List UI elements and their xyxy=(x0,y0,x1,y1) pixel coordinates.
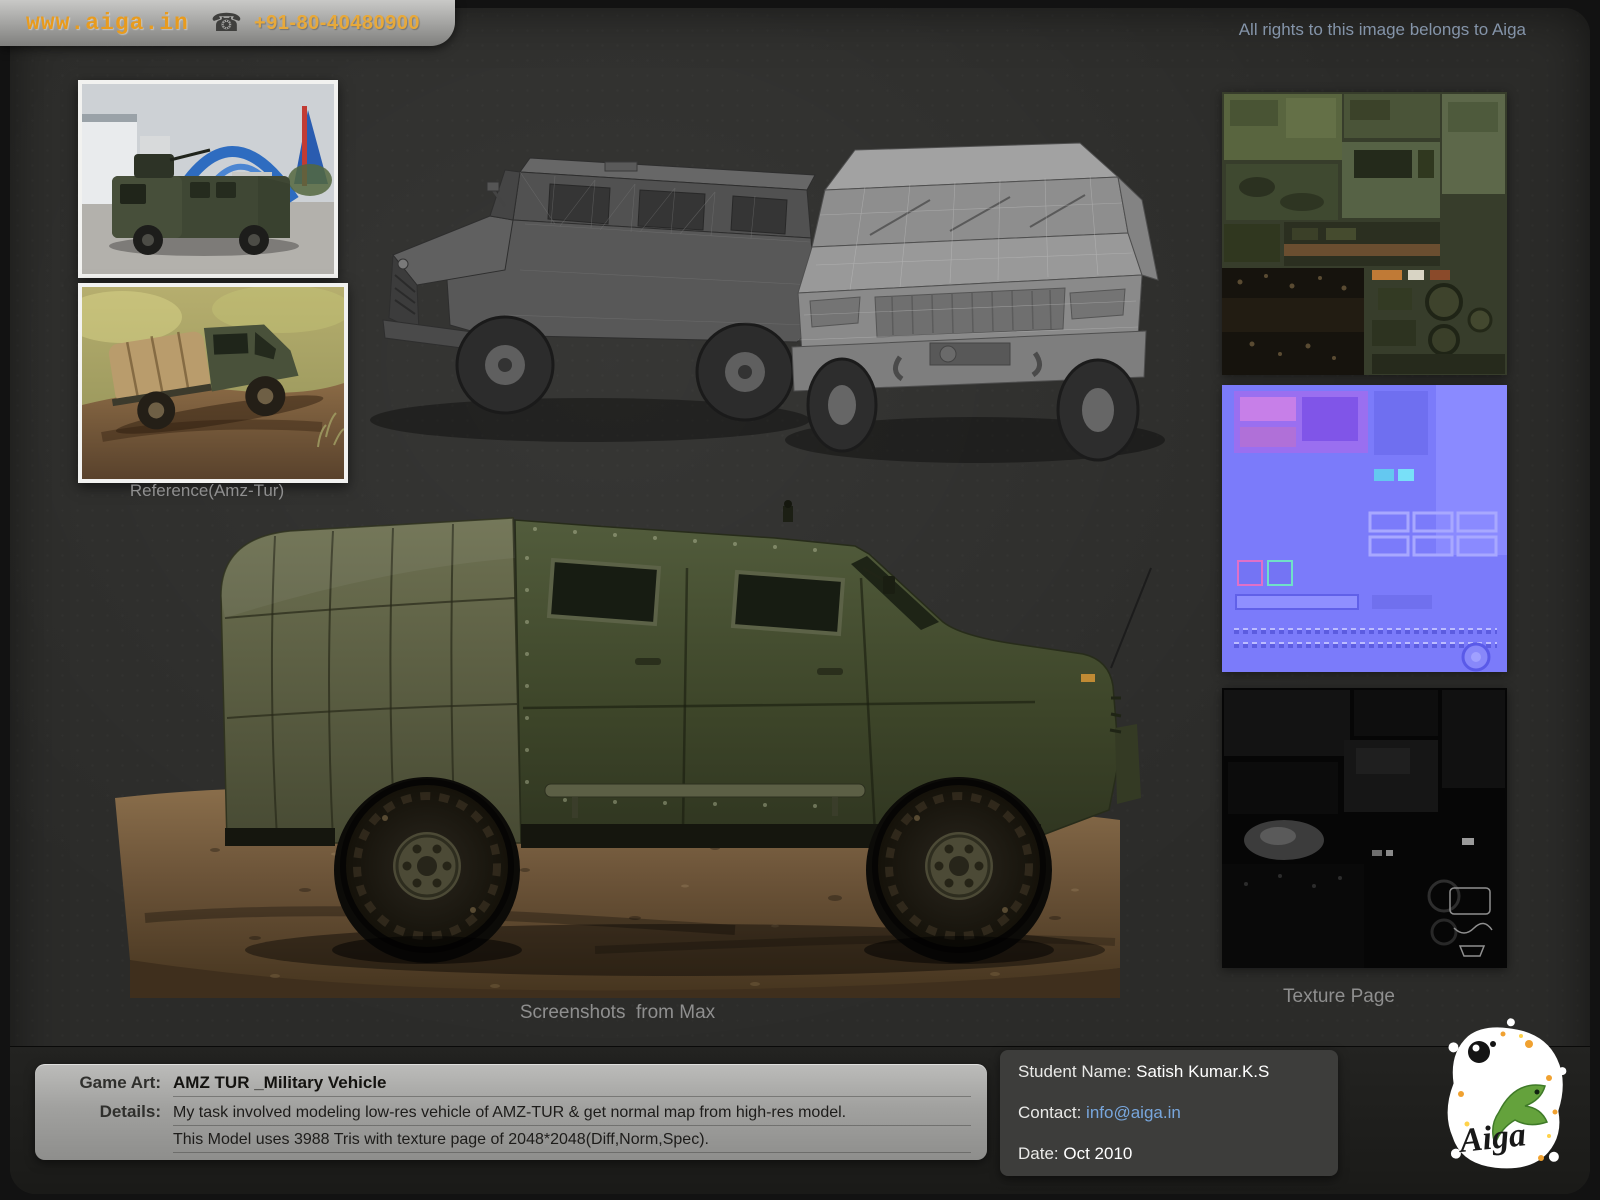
site-url: www.aiga.in xyxy=(26,10,189,36)
details-line-1: My task involved modeling low-res vehicl… xyxy=(173,1104,971,1126)
wireframe-screenshot xyxy=(345,90,1175,490)
rights-notice: All rights to this image belongs to Aiga xyxy=(1238,20,1526,39)
aiga-logo: Aiga xyxy=(1437,1016,1569,1176)
screenshots-caption: Screenshots from Max xyxy=(519,1002,716,1023)
header-tab: www.aiga.in ☎ +91-80-40480900 xyxy=(0,0,455,46)
diffuse-texture-map xyxy=(1222,92,1507,375)
specular-texture-map xyxy=(1222,688,1507,968)
game-art-title: AMZ TUR _Military Vehicle xyxy=(173,1073,971,1097)
details-line-2: This Model uses 3988 Tris with texture p… xyxy=(173,1131,971,1153)
date-row: Date: Oct 2010 xyxy=(1018,1144,1320,1164)
texture-caption: Texture Page xyxy=(1283,986,1395,1007)
portfolio-page: www.aiga.in ☎ +91-80-40480900 All rights… xyxy=(0,0,1600,1200)
game-art-row: Game Art: AMZ TUR _Military Vehicle xyxy=(45,1073,971,1097)
details-row-1: Details: My task involved modeling low-r… xyxy=(45,1102,971,1126)
student-name-row: Student Name: Satish Kumar.K.S xyxy=(1018,1062,1320,1082)
logo-text: Aiga xyxy=(1456,1116,1528,1160)
details-label: Details: xyxy=(99,1102,161,1121)
date-value: Oct 2010 xyxy=(1063,1144,1133,1163)
normal-texture-map xyxy=(1222,385,1507,672)
render-screenshot xyxy=(75,498,1160,998)
contact-email-link[interactable]: info@aiga.in xyxy=(1086,1103,1181,1122)
reference-photo-expo xyxy=(78,80,338,278)
contact-row: Contact: info@aiga.in xyxy=(1018,1103,1320,1123)
details-row-2: This Model uses 3988 Tris with texture p… xyxy=(45,1131,971,1153)
contact-label: Contact: xyxy=(1018,1103,1082,1122)
phone-number: +91-80-40480900 xyxy=(253,11,420,34)
info-panel: Game Art: AMZ TUR _Military Vehicle Deta… xyxy=(35,1064,987,1160)
date-label: Date: xyxy=(1018,1144,1059,1163)
student-name-label: Student Name: xyxy=(1018,1062,1132,1081)
game-art-label: Game Art: xyxy=(79,1073,161,1092)
student-name-value: Satish Kumar.K.S xyxy=(1136,1062,1270,1081)
reference-photo-offroad xyxy=(62,283,352,483)
student-panel: Student Name: Satish Kumar.K.S Contact: … xyxy=(1000,1050,1338,1176)
phone-icon: ☎ xyxy=(210,9,242,37)
